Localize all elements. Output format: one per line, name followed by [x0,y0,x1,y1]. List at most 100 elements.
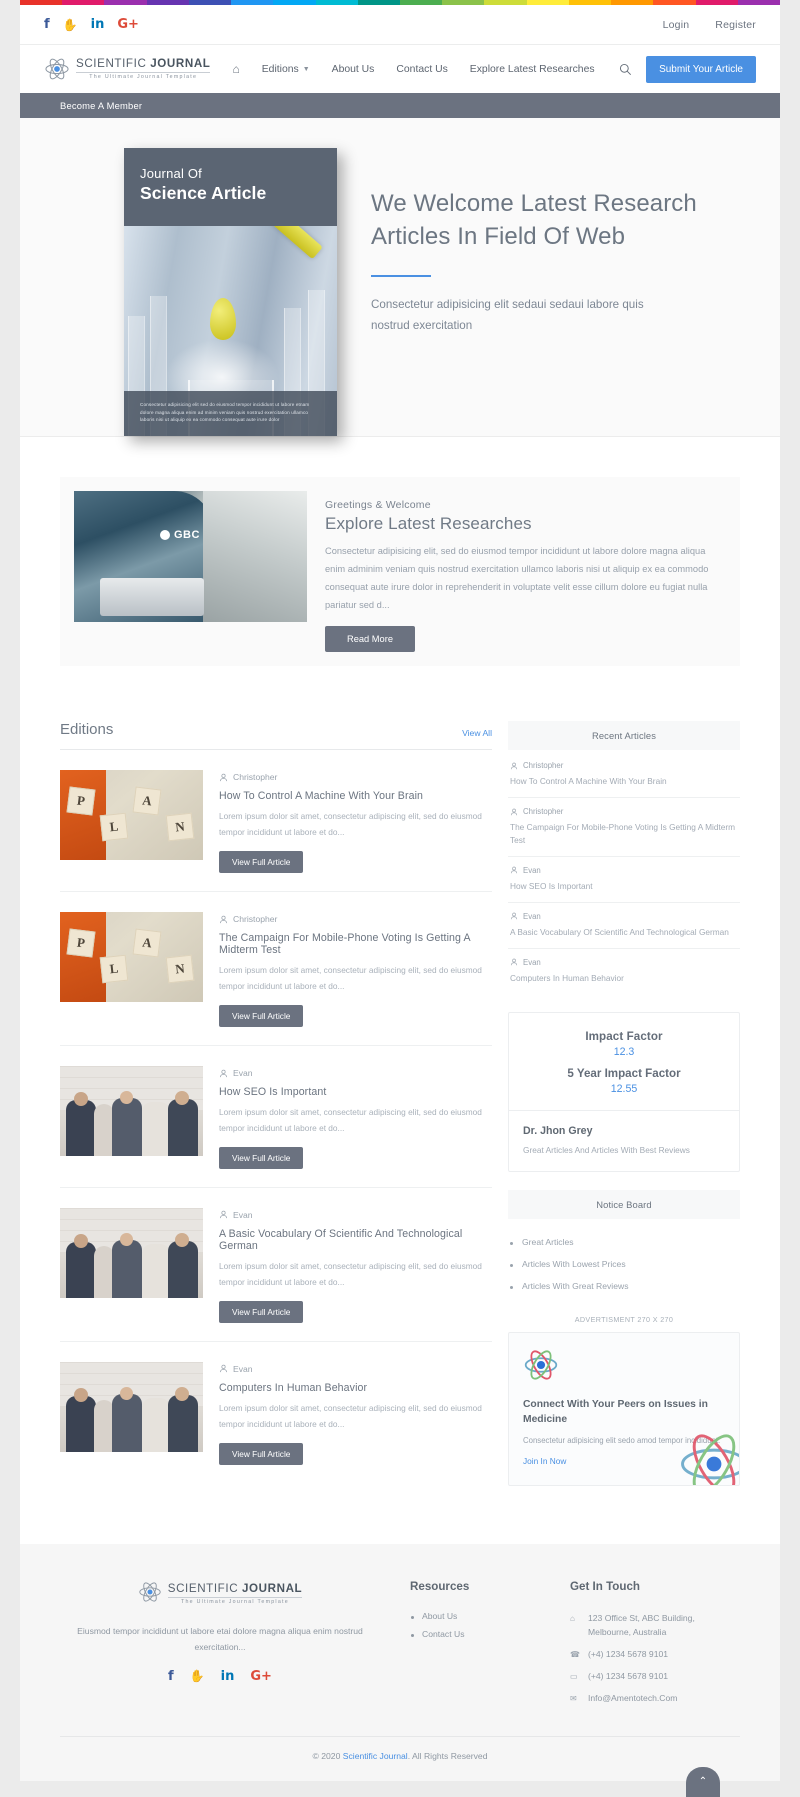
footer-divider [60,1735,740,1737]
notice-item[interactable]: Articles With Great Reviews [508,1275,740,1297]
recent-article-item[interactable]: Christopher The Campaign For Mobile-Phone… [508,798,740,857]
article-author: Evan [233,1209,253,1220]
nav-item-contact-us[interactable]: Contact Us [396,64,447,75]
login-link[interactable]: Login [663,19,690,31]
advertisement-card[interactable]: Connect With Your Peers on Issues in Med… [508,1332,740,1486]
social-links: f ✋ in G+ [44,18,139,31]
pipette-icon [199,226,323,260]
article-thumbnail[interactable] [60,1361,203,1452]
brand-logo[interactable]: SCIENTIFIC JOURNAL The Ultimate Journal … [44,56,211,82]
footer-contact-text: 123 Office St, ABC Building, Melbourne, … [588,1612,695,1637]
cover-caption: Consectetur adipisicing elit sed do eius… [124,391,337,436]
recent-article-byline: Evan [510,958,738,967]
recent-article-title: A Basic Vocabulary Of Scientific And Tec… [510,926,729,937]
cover-line-1: Journal Of [140,166,202,181]
user-icon [510,762,518,770]
journal-cover-image: Journal Of Science Article Consectetur a… [124,148,337,436]
search-icon[interactable] [614,58,636,80]
notice-item[interactable]: Articles With Lowest Prices [508,1253,740,1275]
rainbow-segment-9 [399,0,443,5]
nav-item-about-us[interactable]: About Us [332,64,375,75]
view-full-article-button[interactable]: View Full Article [219,1300,304,1323]
hero-inner: Journal Of Science Article Consectetur a… [20,148,780,436]
lab-coat [203,491,307,622]
gbc-logo: GBC [160,529,200,541]
become-member-bar[interactable]: Become A Member [20,93,780,118]
location-icon: ⌂ [570,1613,575,1623]
recent-articles-title: Recent Articles [508,721,740,751]
recent-article-item[interactable]: Christopher How To Control A Machine With… [508,752,740,799]
view-all-link[interactable]: View All [462,728,492,738]
mobile-icon: ▭ [570,1672,578,1682]
user-icon [220,1211,227,1219]
articles-list: P L A N Christopher How To Control A Machine … [60,750,492,1482]
footer-resource-link[interactable]: About Us [422,1611,457,1621]
facebook-icon[interactable]: f [168,1669,174,1684]
nav-item-editions[interactable]: Editions ▼ [262,64,310,75]
article-title[interactable]: The Campaign For Mobile-Phone Voting Is … [219,932,492,956]
view-full-article-button[interactable]: View Full Article [219,851,304,874]
join-in-now-link[interactable]: Join In Now [523,1456,566,1466]
footer-resource-item[interactable]: About Us [410,1607,540,1625]
googleplus-icon[interactable]: G+ [117,18,139,31]
five-year-impact-label: 5 Year Impact Factor [567,1066,681,1080]
advertisement-label: ADVERTISMENT 270 X 270 [574,1315,674,1325]
submit-article-button[interactable]: Submit Your Article [646,55,756,83]
scroll-to-top-button[interactable]: ⌃ [686,1766,720,1797]
article-thumbnail[interactable] [60,1207,203,1298]
googleplus-icon[interactable]: G+ [250,1669,272,1684]
copyright-link[interactable]: Scientific Journal [343,1751,408,1761]
facebook-icon[interactable]: f [44,18,50,31]
article-title[interactable]: Computers In Human Behavior [219,1382,492,1394]
article-title[interactable]: A Basic Vocabulary Of Scientific And Tec… [219,1228,492,1252]
page-root: f ✋ in G+ Login Register SCIENTIFIC JOUR… [0,0,800,1797]
recent-article-item[interactable]: Evan A Basic Vocabulary Of Scientific And… [508,903,740,949]
footer-resource-link[interactable]: Contact Us [422,1629,465,1639]
greetings-image: GBC [74,491,307,622]
view-full-article-button[interactable]: View Full Article [219,1146,304,1169]
rainbow-segment-6 [273,0,316,5]
article-thumbnail[interactable]: PLAN [60,770,203,861]
article-thumbnail[interactable] [60,1066,203,1157]
rainbow-segment-2 [104,0,147,5]
register-link[interactable]: Register [715,19,756,31]
footer-brand[interactable]: SCIENTIFIC JOURNAL The Ultimate Journal … [60,1580,380,1609]
rainbow-segment-15 [653,0,696,5]
linkedin-icon[interactable]: in [91,18,105,31]
view-full-article-button[interactable]: View Full Article [219,1442,304,1465]
article-thumbnail[interactable]: PLAN [60,912,203,1003]
editions-column: Editions View All P L A N Christopher How To … [60,721,492,1503]
article-title[interactable]: How SEO Is Important [219,1086,492,1098]
cover-title-block: Journal Of Science Article [124,148,337,226]
footer-copyright: © 2020 Scientific Journal. All Rights Re… [60,1751,740,1761]
read-more-button[interactable]: Read More [325,626,415,653]
twitter-icon[interactable]: ✋ [63,19,78,31]
recent-article-item[interactable]: Evan How SEO Is Important [508,857,740,903]
hero-section: Journal Of Science Article Consectetur a… [20,118,780,437]
advertisement-widget: ADVERTISMENT 270 X 270 Connect With Your… [508,1315,740,1486]
article-title[interactable]: How To Control A Machine With Your Brain [219,790,492,802]
rainbow-segment-16 [695,0,738,5]
footer-contact-item: ⌂ 123 Office St, ABC Building, Melbourne,… [570,1607,740,1643]
article-body: Evan Computers In Human Behavior Lorem ips… [219,1362,492,1465]
user-icon [220,1365,227,1373]
rainbow-segment-11 [484,0,527,5]
footer-resource-item[interactable]: Contact Us [410,1625,540,1643]
nav-home[interactable]: ⌂ [232,62,239,76]
recent-article-item[interactable]: Evan Computers In Human Behavior [508,949,740,994]
recent-article-author: Evan [523,865,541,875]
recent-article-title: How To Control A Machine With Your Brain [510,776,667,787]
article-item: Evan Computers In Human Behavior Lorem ips… [60,1342,492,1483]
recent-article-author: Christopher [523,807,564,817]
footer-brand-subtitle: The Ultimate Journal Template [167,1597,303,1605]
greetings-text: Greetings & Welcome Explore Latest Resea… [325,491,726,653]
notice-item[interactable]: Great Articles [508,1231,740,1253]
twitter-icon[interactable]: ✋ [190,1669,205,1684]
nav-item-explore-latest-researches[interactable]: Explore Latest Researches [470,64,595,75]
rainbow-segment-4 [188,0,232,5]
linkedin-icon[interactable]: in [221,1669,235,1684]
notice-board-title: Notice Board [508,1190,740,1220]
editions-title: Editions [60,721,114,739]
footer-resources-title: Resources [410,1579,470,1593]
view-full-article-button[interactable]: View Full Article [219,1005,304,1028]
